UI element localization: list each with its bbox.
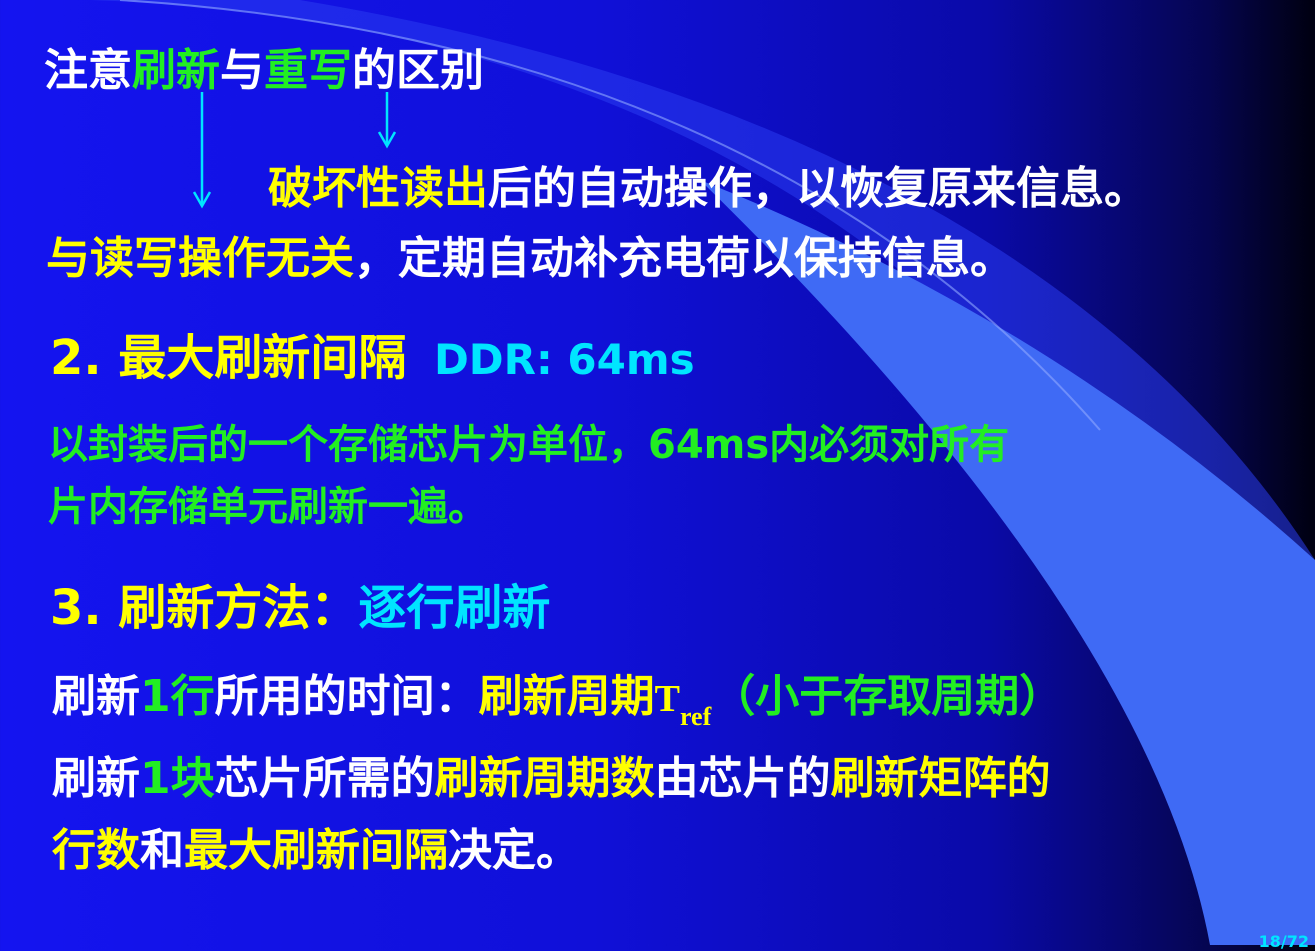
refresh-explanation: 与读写操作无关，定期自动补充电荷以保持信息。 [46,222,1014,286]
rewrite-explanation: 破坏性读出后的自动操作，以恢复原来信息。 [268,152,1148,216]
section-3-title: 3. 刷新方法： [50,580,359,636]
header-line: 注意刷新与重写的区别 [44,34,484,98]
section-3-heading: 3. 刷新方法：逐行刷新 [50,568,550,638]
rewrite-text-1: 破坏性读出 [268,163,488,214]
rewrite-text-2: 后的自动操作，以恢复原来信息。 [488,163,1148,214]
s3l1-text-2: 1行 [140,671,215,722]
s3l3-text-3: 最大刷新间隔 [184,825,448,876]
refresh-text-2: ，定期自动补充电荷以保持信息。 [354,233,1014,284]
s3l2-text-2: 1块 [140,753,215,804]
section-2-heading: 2. 最大刷新间隔 DDR: 64ms [50,318,695,388]
header-text-3: 与 [220,45,264,96]
section-3-line-2: 刷新1块芯片所需的刷新周期数由芯片的刷新矩阵的 [52,742,1051,806]
header-text-1: 注意 [44,45,132,96]
section-3-line-3: 行数和最大刷新间隔决定。 [52,814,580,878]
s3l3-text-1: 行数 [52,825,140,876]
section-2-line-1: 以封装后的一个存储芯片为单位，64ms内必须对所有 [48,422,1010,468]
header-text-5: 的区别 [352,45,484,96]
arrow-down-icon [192,92,212,209]
section-2-title: 2. 最大刷新间隔 [50,330,407,386]
s3l1-text-4: 刷新周期 [478,671,655,722]
s3l2-text-6: 刷新矩阵的 [830,753,1051,804]
arrow-down-icon [377,92,397,149]
refresh-text-1: 与读写操作无关 [46,233,354,284]
section-3-method: 逐行刷新 [358,580,551,636]
header-text-refresh: 刷新 [132,45,220,96]
s3l1-text-1: 刷新 [52,671,140,722]
s3l3-text-2: 和 [140,825,184,876]
header-text-rewrite: 重写 [264,45,352,96]
s3l2-text-4: 刷新周期数 [434,753,655,804]
s3l2-text-5: 由芯片的 [654,753,831,804]
s3l3-text-4: 决定。 [448,825,580,876]
s3l2-text-3: 芯片所需的 [214,753,435,804]
page-number: 18/72 [1258,932,1309,951]
section-2-value: DDR: 64ms [433,335,695,384]
section-3-line-1: 刷新1行所用的时间：刷新周期Tref（小于存取周期） [52,660,1063,732]
s3l1-t-symbol: T [654,678,680,720]
s3l1-text-5: （小于存取周期） [711,671,1064,722]
s3l1-t-subscript: ref [679,702,712,731]
s3l1-text-3: 所用的时间： [214,671,479,722]
section-2-line-2: 片内存储单元刷新一遍。 [48,484,488,530]
s3l2-text-1: 刷新 [52,753,140,804]
